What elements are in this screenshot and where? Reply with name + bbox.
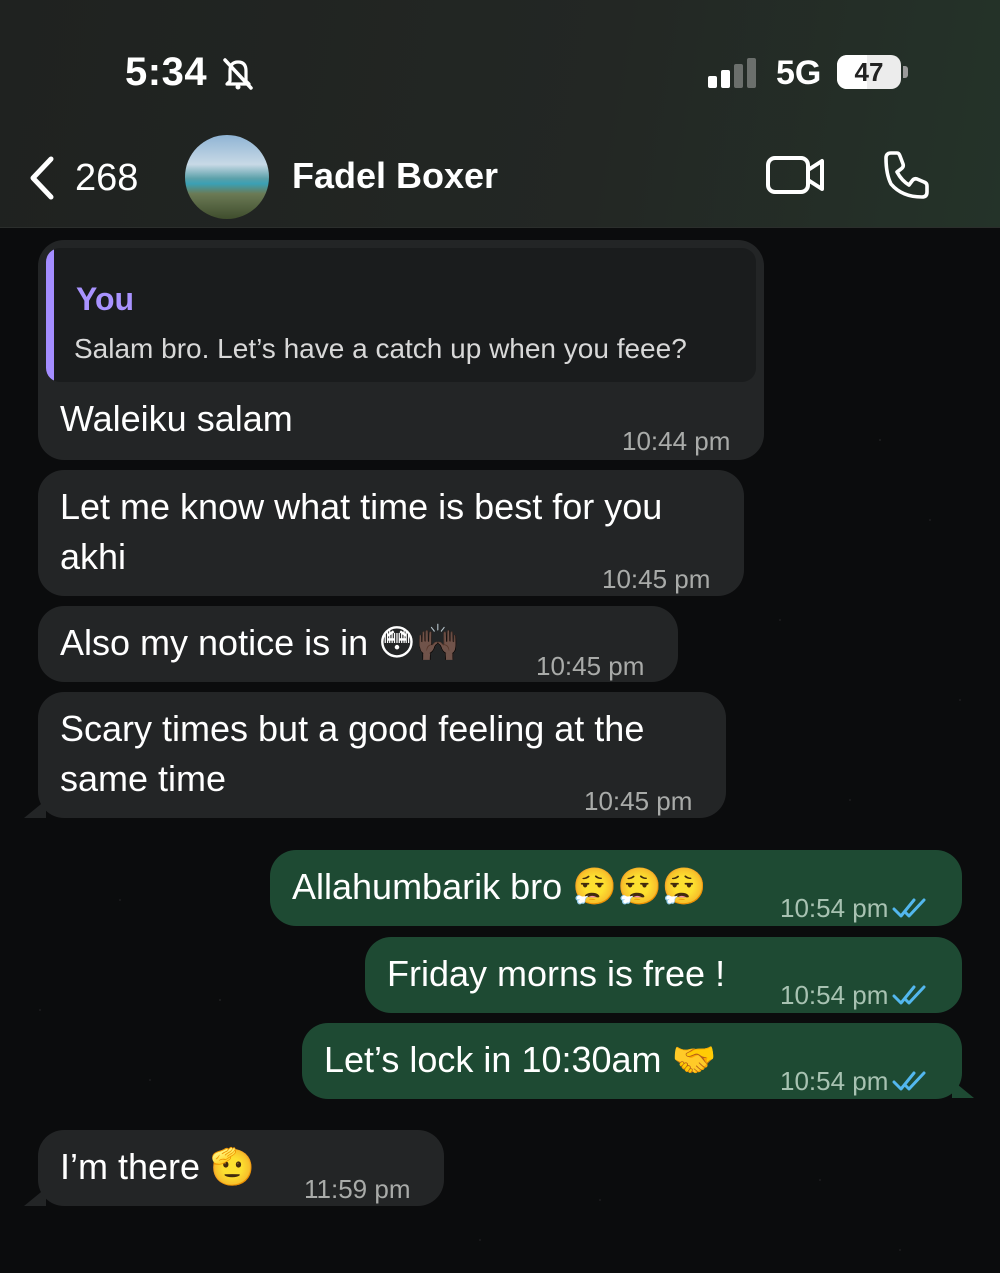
double-check-icon xyxy=(892,898,926,918)
quote-author: You xyxy=(76,281,135,317)
message-text: Waleiku salam xyxy=(60,398,293,439)
message-bubble[interactable]: Allahumbarik bro 😮‍💨😮‍💨😮‍💨 10:54 pm xyxy=(270,850,962,926)
message-text: Let’s lock in 10:30am 🤝 xyxy=(324,1039,717,1080)
message-time: 10:45 pm xyxy=(536,651,645,681)
message-bubble[interactable]: Also my notice is in 😳🙌🏿 10:45 pm xyxy=(38,606,678,682)
unread-count: 268 xyxy=(75,156,139,199)
network-type: 5G xyxy=(776,54,822,92)
message-time: 10:54 pm xyxy=(780,970,930,1020)
back-button[interactable]: 268 xyxy=(25,150,165,206)
message-bubble[interactable]: Let’s lock in 10:30am 🤝 10:54 pm xyxy=(302,1023,962,1099)
avatar[interactable] xyxy=(185,135,269,219)
cellular-signal-icon xyxy=(708,58,756,88)
message-bubble[interactable]: Friday morns is free ! 10:54 pm xyxy=(365,937,962,1013)
contact-name[interactable]: Fadel Boxer xyxy=(292,155,498,197)
reply-quote[interactable]: You Salam bro. Let’s have a catch up whe… xyxy=(46,248,756,382)
message-text: same time xyxy=(60,758,227,799)
chat-header: 5:34 5G 47 268 Fadel Boxer xyxy=(0,0,1000,228)
bell-slash-icon xyxy=(223,58,253,90)
message-time: 10:54 pm xyxy=(780,883,930,933)
double-check-icon xyxy=(892,1071,926,1091)
message-time: 10:44 pm xyxy=(622,426,731,456)
quote-text: Salam bro. Let’s have a catch up when yo… xyxy=(74,333,687,364)
video-camera-icon[interactable] xyxy=(764,150,828,200)
message-bubble[interactable]: Scary times but a good feeling at the sa… xyxy=(38,692,726,818)
message-text: Allahumbarik bro 😮‍💨😮‍💨😮‍💨 xyxy=(292,866,707,907)
battery-level: 47 xyxy=(854,57,884,87)
message-time: 10:45 pm xyxy=(602,564,711,594)
battery-indicator: 47 xyxy=(837,55,901,89)
message-time: 11:59 pm xyxy=(304,1174,411,1204)
message-text: Friday morns is free ! xyxy=(387,953,726,994)
bubble-tail xyxy=(24,1188,46,1206)
message-time: 10:54 pm xyxy=(780,1056,930,1106)
phone-icon[interactable] xyxy=(878,148,932,202)
message-text: akhi xyxy=(60,536,127,577)
message-bubble[interactable]: I’m there 🫡 11:59 pm xyxy=(38,1130,444,1206)
battery-nub xyxy=(903,66,908,78)
message-time: 10:45 pm xyxy=(584,786,693,816)
message-text: Let me know what time is best for you xyxy=(60,486,663,527)
chevron-left-icon xyxy=(30,156,54,200)
message-bubble[interactable]: Let me know what time is best for you ak… xyxy=(38,470,744,596)
message-text: Also my notice is in 😳🙌🏿 xyxy=(60,622,461,663)
status-time: 5:34 xyxy=(125,50,208,94)
quote-accent-bar xyxy=(46,248,54,382)
bubble-tail xyxy=(952,1080,974,1098)
message-time-label: 10:54 pm xyxy=(780,893,889,923)
bubble-tail xyxy=(24,800,46,818)
double-check-icon xyxy=(892,985,926,1005)
message-bubble[interactable]: You Salam bro. Let’s have a catch up whe… xyxy=(38,240,764,460)
message-text: I’m there 🫡 xyxy=(60,1146,255,1187)
message-time-label: 10:54 pm xyxy=(780,1066,889,1096)
message-time-label: 10:54 pm xyxy=(780,980,889,1010)
message-text: Scary times but a good feeling at the xyxy=(60,708,645,749)
